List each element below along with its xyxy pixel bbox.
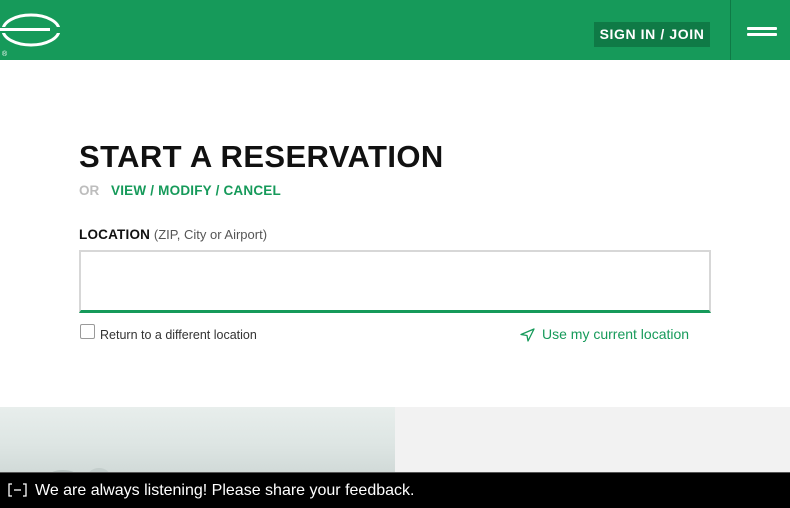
- menu-icon-bar: [747, 33, 777, 36]
- use-current-location-label: Use my current location: [542, 326, 690, 342]
- feedback-bar[interactable]: We are always listening! Please share yo…: [0, 472, 790, 508]
- location-label-text: LOCATION: [79, 227, 151, 242]
- view-modify-cancel-link[interactable]: VIEW / MODIFY / CANCEL: [111, 183, 281, 198]
- feedback-minimize-icon[interactable]: [8, 483, 27, 497]
- location-input[interactable]: [79, 250, 711, 313]
- promo-gray-panel: [395, 407, 790, 477]
- location-hint-text: (ZIP, City or Airport): [153, 227, 268, 242]
- sign-in-join-button[interactable]: SIGN IN / JOIN: [594, 22, 710, 47]
- registered-mark: ®: [2, 51, 8, 58]
- page-title: START A RESERVATION: [79, 139, 444, 174]
- site-header: ® SIGN IN / JOIN: [0, 0, 790, 60]
- or-label: OR: [79, 183, 100, 198]
- location-label: LOCATION (ZIP, City or Airport): [79, 226, 267, 244]
- navigation-arrow-icon: [520, 328, 535, 342]
- hamburger-menu-button[interactable]: [730, 0, 790, 60]
- feedback-text: We are always listening! Please share yo…: [35, 482, 415, 499]
- return-different-location-checkbox[interactable]: [80, 324, 95, 339]
- menu-icon-bar: [747, 27, 777, 30]
- return-different-location-label[interactable]: Return to a different location: [100, 327, 257, 343]
- promo-image-panel: [0, 407, 395, 477]
- enterprise-logo-icon[interactable]: [0, 12, 62, 52]
- reservation-subline: OR VIEW / MODIFY / CANCEL: [79, 182, 281, 200]
